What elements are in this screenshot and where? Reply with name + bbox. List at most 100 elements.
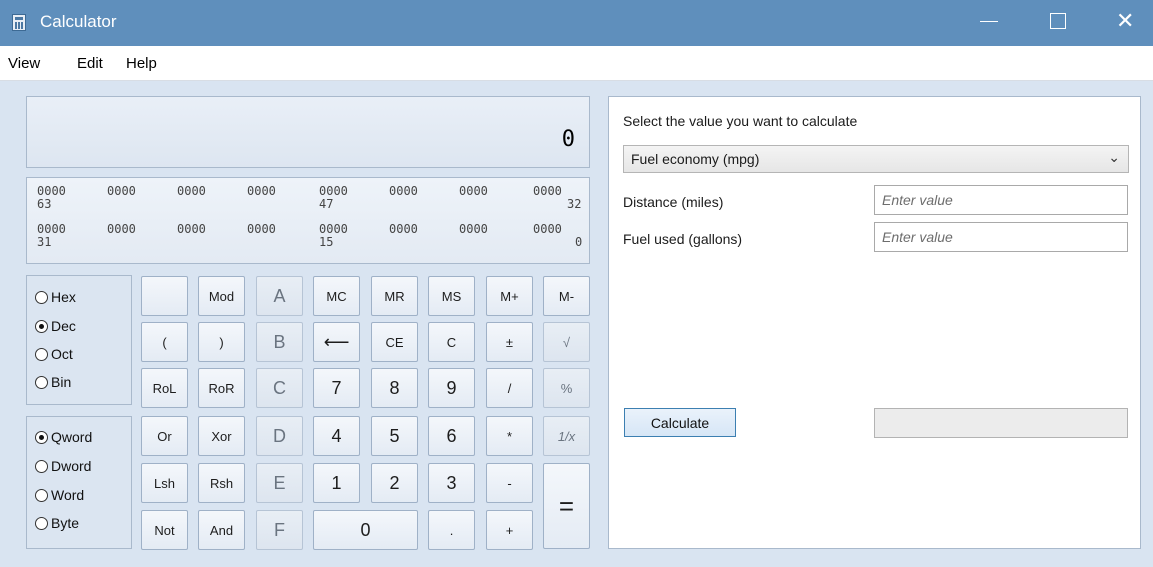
menu-bar: View Edit Help <box>0 46 1153 81</box>
minimize-icon <box>980 21 998 22</box>
hex-f-key[interactable]: F <box>256 510 303 550</box>
bit-group[interactable]: 0000 <box>177 223 206 236</box>
bit-display: 0000 0000 0000 0000 0000 0000 0000 0000 … <box>26 177 590 264</box>
bit-group[interactable]: 0000 <box>389 185 418 198</box>
backspace-key[interactable]: ⟵ <box>313 322 360 362</box>
rotate-left-key[interactable]: RoL <box>141 368 188 408</box>
bit-group[interactable]: 0000 <box>247 185 276 198</box>
result-display: 0 <box>26 96 590 168</box>
distance-label: Distance (miles) <box>623 194 724 210</box>
bit-group[interactable]: 0000 <box>459 223 488 236</box>
reciprocal-key[interactable]: 1/x <box>543 416 590 456</box>
calculate-button[interactable]: Calculate <box>624 408 736 437</box>
menu-edit[interactable]: Edit <box>77 55 103 72</box>
menu-help[interactable]: Help <box>126 55 157 72</box>
bit-group[interactable]: 0000 <box>177 185 206 198</box>
display-value: 0 <box>561 127 575 152</box>
digit-6-key[interactable]: 6 <box>428 416 475 456</box>
memory-subtract-key[interactable]: M- <box>543 276 590 316</box>
digit-8-key[interactable]: 8 <box>371 368 418 408</box>
hex-c-key[interactable]: C <box>256 368 303 408</box>
memory-recall-key[interactable]: MR <box>371 276 418 316</box>
bit-position-label: 0 <box>575 235 583 249</box>
subtract-key[interactable]: - <box>486 463 533 503</box>
radio-selected-icon <box>35 431 48 444</box>
mod-key[interactable]: Mod <box>198 276 245 316</box>
unit-calculation-panel: Select the value you want to calculate F… <box>608 96 1141 549</box>
and-key[interactable]: And <box>198 510 245 550</box>
hex-d-key[interactable]: D <box>256 416 303 456</box>
bit-group[interactable]: 0000 <box>389 223 418 236</box>
hex-b-key[interactable]: B <box>256 322 303 362</box>
bit-group[interactable]: 0000 <box>247 223 276 236</box>
percent-key[interactable]: % <box>543 368 590 408</box>
digit-2-key[interactable]: 2 <box>371 463 418 503</box>
memory-store-key[interactable]: MS <box>428 276 475 316</box>
radio-selected-icon <box>35 320 48 333</box>
left-shift-key[interactable]: Lsh <box>141 463 188 503</box>
clear-entry-key[interactable]: CE <box>371 322 418 362</box>
title-bar: Calculator ✕ <box>0 0 1153 46</box>
calculation-type-value: Fuel economy (mpg) <box>631 151 760 167</box>
close-icon: ✕ <box>1116 8 1135 33</box>
panel-title: Select the value you want to calculate <box>623 113 858 129</box>
radio-icon <box>35 376 48 389</box>
hex-a-key[interactable]: A <box>256 276 303 316</box>
bit-position-label: 32 <box>567 197 582 211</box>
memory-clear-key[interactable]: MC <box>313 276 360 316</box>
digit-9-key[interactable]: 9 <box>428 368 475 408</box>
close-button[interactable]: ✕ <box>1104 0 1150 46</box>
digit-0-key[interactable]: 0 <box>313 510 418 550</box>
add-key[interactable]: + <box>486 510 533 550</box>
radio-icon <box>35 291 48 304</box>
digit-3-key[interactable]: 3 <box>428 463 475 503</box>
rotate-right-key[interactable]: RoR <box>198 368 245 408</box>
bit-position-label: 15 <box>319 235 334 249</box>
number-base-group: Hex Dec Oct Bin <box>26 275 132 405</box>
decimal-key[interactable]: . <box>428 510 475 550</box>
negate-key[interactable]: ± <box>486 322 533 362</box>
window-title: Calculator <box>40 12 117 31</box>
blank-key <box>141 276 188 316</box>
clear-key[interactable]: C <box>428 322 475 362</box>
maximize-button[interactable] <box>1036 0 1082 46</box>
divide-key[interactable]: / <box>486 368 533 408</box>
xor-key[interactable]: Xor <box>198 416 245 456</box>
bit-position-label: 31 <box>37 235 52 249</box>
equals-key[interactable]: = <box>543 463 590 549</box>
radio-icon <box>35 517 48 530</box>
not-key[interactable]: Not <box>141 510 188 550</box>
digit-5-key[interactable]: 5 <box>371 416 418 456</box>
square-root-key[interactable]: √ <box>543 322 590 362</box>
result-field <box>874 408 1128 438</box>
word-size-group: Qword Dword Word Byte <box>26 416 132 549</box>
bit-group[interactable]: 0000 <box>533 185 562 198</box>
fuel-used-label: Fuel used (gallons) <box>623 231 743 247</box>
bit-group[interactable]: 0000 <box>459 185 488 198</box>
or-key[interactable]: Or <box>141 416 188 456</box>
radio-icon <box>35 460 48 473</box>
hex-e-key[interactable]: E <box>256 463 303 503</box>
chevron-down-icon: ⌄ <box>1108 149 1120 165</box>
close-paren-key[interactable]: ) <box>198 322 245 362</box>
bit-group[interactable]: 0000 <box>533 223 562 236</box>
bit-group[interactable]: 0000 <box>107 223 136 236</box>
open-paren-key[interactable]: ( <box>141 322 188 362</box>
right-shift-key[interactable]: Rsh <box>198 463 245 503</box>
digit-4-key[interactable]: 4 <box>313 416 360 456</box>
digit-1-key[interactable]: 1 <box>313 463 360 503</box>
menu-view[interactable]: View <box>8 55 40 72</box>
bit-group[interactable]: 0000 <box>107 185 136 198</box>
distance-input[interactable] <box>874 185 1128 215</box>
radio-icon <box>35 489 48 502</box>
bit-position-label: 63 <box>37 197 52 211</box>
fuel-used-input[interactable] <box>874 222 1128 252</box>
maximize-icon <box>1050 13 1066 29</box>
memory-add-key[interactable]: M+ <box>486 276 533 316</box>
multiply-key[interactable]: * <box>486 416 533 456</box>
digit-7-key[interactable]: 7 <box>313 368 360 408</box>
radio-icon <box>35 348 48 361</box>
bit-position-label: 47 <box>319 197 334 211</box>
minimize-button[interactable] <box>966 0 1012 46</box>
calculation-type-select[interactable]: Fuel economy (mpg) ⌄ <box>623 145 1129 173</box>
